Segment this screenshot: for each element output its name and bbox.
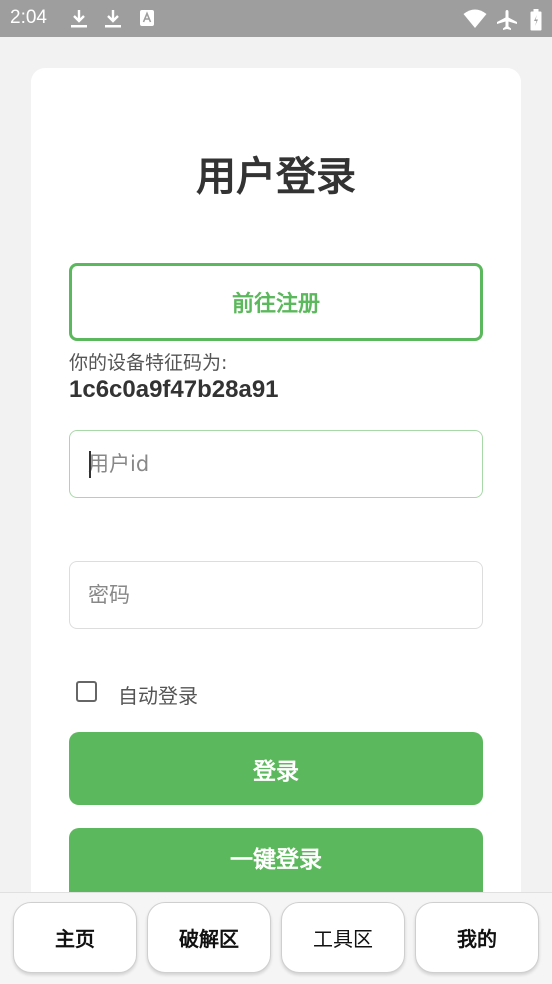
quick-login-button[interactable]: 一键登录 [69,828,483,892]
bottom-nav: 主页 破解区 工具区 我的 [0,892,552,984]
download-icon [105,10,121,28]
nav-crack-label: 破解区 [179,927,239,951]
login-button-label: 登录 [253,758,299,785]
nav-home-button[interactable]: 主页 [13,902,137,973]
status-time: 2:04 [10,7,47,28]
text-cursor [89,451,91,478]
wifi-icon [463,9,487,28]
device-id-label: 你的设备特征码为: [69,352,228,374]
nav-crack-button[interactable]: 破解区 [147,902,271,973]
nav-tools-label: 工具区 [313,927,373,951]
status-bar: 2:04 [0,0,552,37]
text-notification-icon [140,10,154,26]
device-id-value: 1c6c0a9f47b28a91 [69,376,279,403]
password-input[interactable] [69,561,483,629]
user-id-input[interactable] [69,430,483,498]
auto-login-checkbox[interactable] [76,681,97,702]
nav-tools-button[interactable]: 工具区 [281,902,405,973]
airplane-icon [497,10,517,30]
page-title: 用户登录 [196,154,356,200]
quick-login-button-label: 一键登录 [230,847,322,873]
nav-mine-button[interactable]: 我的 [415,902,539,973]
nav-home-label: 主页 [55,927,95,951]
login-button[interactable]: 登录 [69,732,483,805]
download-icon [71,10,87,28]
register-button[interactable]: 前往注册 [69,263,483,341]
register-button-label: 前往注册 [231,292,320,317]
battery-icon [530,9,542,31]
auto-login-label[interactable]: 自动登录 [118,680,198,709]
nav-mine-label: 我的 [457,927,497,951]
